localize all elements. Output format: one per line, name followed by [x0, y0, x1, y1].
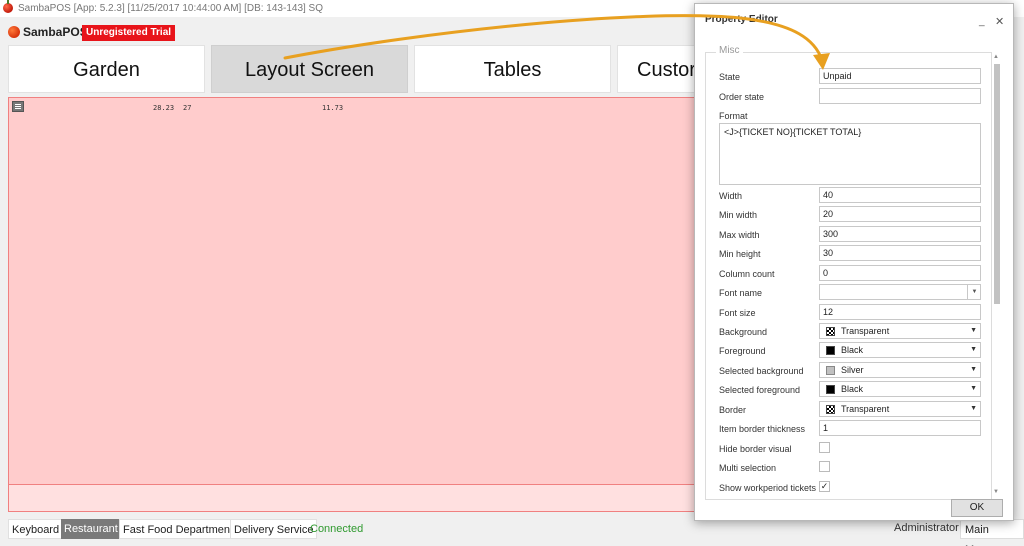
brand-name: SambaPOS	[23, 25, 88, 39]
border-label: Border	[719, 405, 747, 415]
sambapos-logo-icon	[8, 26, 20, 38]
window-title: SambaPOS [App: 5.2.3] [11/25/2017 10:44:…	[18, 3, 324, 14]
ticket-value: 28.23	[153, 104, 175, 112]
min-width-input[interactable]: 20	[819, 206, 981, 222]
minimize-icon[interactable]: _	[979, 16, 985, 27]
state-label: State	[719, 72, 741, 82]
tab-garden[interactable]: Garden	[8, 45, 205, 93]
column-count-input[interactable]: 0	[819, 265, 981, 281]
hide-border-visual-checkbox[interactable]	[819, 442, 830, 453]
scroll-thumb[interactable]	[994, 64, 1000, 304]
foreground-value: Black	[841, 345, 864, 355]
keyboard-button[interactable]: Keyboard	[8, 519, 64, 539]
item-border-thickness-input[interactable]: 1	[819, 420, 981, 436]
min-height-label: Min height	[719, 249, 761, 259]
min-width-label: Min width	[719, 210, 758, 220]
current-user[interactable]: Administrator	[894, 522, 959, 534]
transparent-swatch-icon	[826, 405, 835, 414]
background-label: Background	[719, 327, 768, 337]
ticket-value: 27	[183, 104, 192, 112]
ticket-value: 11.73	[322, 104, 344, 112]
silver-swatch-icon	[826, 366, 835, 375]
multi-selection-checkbox[interactable]	[819, 461, 830, 472]
selected-foreground-value: Black	[841, 384, 864, 394]
property-editor-dialog: Property Editor _ ✕ Misc State Unpaid Or…	[694, 3, 1014, 521]
chevron-down-icon[interactable]: ▼	[967, 284, 981, 300]
connection-status: Connected	[310, 523, 364, 535]
ok-button[interactable]: OK	[951, 499, 1003, 517]
format-label: Format	[719, 111, 748, 121]
font-name-label: Font name	[719, 288, 763, 298]
department-fast-food-button[interactable]: Fast Food Department	[119, 519, 238, 539]
font-size-input[interactable]: 12	[819, 304, 981, 320]
chevron-down-icon: ▼	[970, 327, 977, 334]
chevron-down-icon: ▼	[970, 405, 977, 412]
order-state-label: Order state	[719, 92, 765, 102]
trial-badge: Unregistered Trial	[82, 25, 176, 41]
scroll-down-icon[interactable]: ▼	[993, 489, 999, 495]
font-size-label: Font size	[719, 308, 756, 318]
ticket-list-widget[interactable]: 28.23 27 11.73	[8, 97, 708, 485]
background-value: Transparent	[841, 326, 890, 336]
dialog-title: Property Editor	[705, 14, 778, 25]
black-swatch-icon	[826, 385, 835, 394]
selected-background-label: Selected background	[719, 366, 804, 376]
selected-foreground-select[interactable]: Black ▼	[819, 381, 981, 397]
scroll-up-icon[interactable]: ▲	[993, 54, 999, 60]
hide-border-visual-label: Hide border visual	[719, 444, 792, 454]
state-input[interactable]: Unpaid	[819, 68, 981, 84]
selected-foreground-label: Selected foreground	[719, 385, 801, 395]
group-label: Misc	[716, 45, 743, 56]
tab-tables[interactable]: Tables	[414, 45, 611, 93]
show-workperiod-tickets-label: Show workperiod tickets	[719, 483, 817, 493]
main-menu-button[interactable]: Main Menu	[960, 519, 1024, 546]
brand-row: SambaPOS Unregistered Trial	[0, 22, 400, 42]
border-value: Transparent	[841, 404, 890, 414]
foreground-label: Foreground	[719, 346, 766, 356]
order-state-input[interactable]	[819, 88, 981, 104]
max-width-label: Max width	[719, 230, 760, 240]
department-restaurant-button[interactable]: Restaurant	[61, 519, 121, 539]
department-delivery-button[interactable]: Delivery Service	[230, 519, 318, 539]
widget-footer-strip	[8, 485, 708, 512]
chevron-down-icon: ▼	[970, 346, 977, 353]
foreground-select[interactable]: Black ▼	[819, 342, 981, 358]
show-workperiod-tickets-checkbox[interactable]: ✓	[819, 481, 830, 492]
widget-menu-icon[interactable]	[12, 101, 24, 112]
transparent-swatch-icon	[826, 327, 835, 336]
width-label: Width	[719, 191, 743, 201]
max-width-input[interactable]: 300	[819, 226, 981, 242]
background-select[interactable]: Transparent ▼	[819, 323, 981, 339]
item-border-thickness-label: Item border thickness	[719, 424, 806, 434]
app-icon	[3, 0, 13, 13]
column-count-label: Column count	[719, 269, 775, 279]
multi-selection-label: Multi selection	[719, 463, 777, 473]
font-name-combo[interactable]	[819, 284, 981, 300]
chevron-down-icon: ▼	[970, 366, 977, 373]
min-height-input[interactable]: 30	[819, 245, 981, 261]
selected-background-select[interactable]: Silver ▼	[819, 362, 981, 378]
property-scrollbar[interactable]: ▲ ▼	[992, 52, 1002, 500]
black-swatch-icon	[826, 346, 835, 355]
chevron-down-icon: ▼	[970, 385, 977, 392]
tab-layout-screen-design[interactable]: Layout Screen Design	[211, 45, 408, 129]
width-input[interactable]: 40	[819, 187, 981, 203]
border-select[interactable]: Transparent ▼	[819, 401, 981, 417]
close-icon[interactable]: ✕	[995, 15, 1004, 28]
selected-background-value: Silver	[841, 365, 864, 375]
format-textarea[interactable]: <J>{TICKET NO}{TICKET TOTAL}	[719, 123, 981, 185]
